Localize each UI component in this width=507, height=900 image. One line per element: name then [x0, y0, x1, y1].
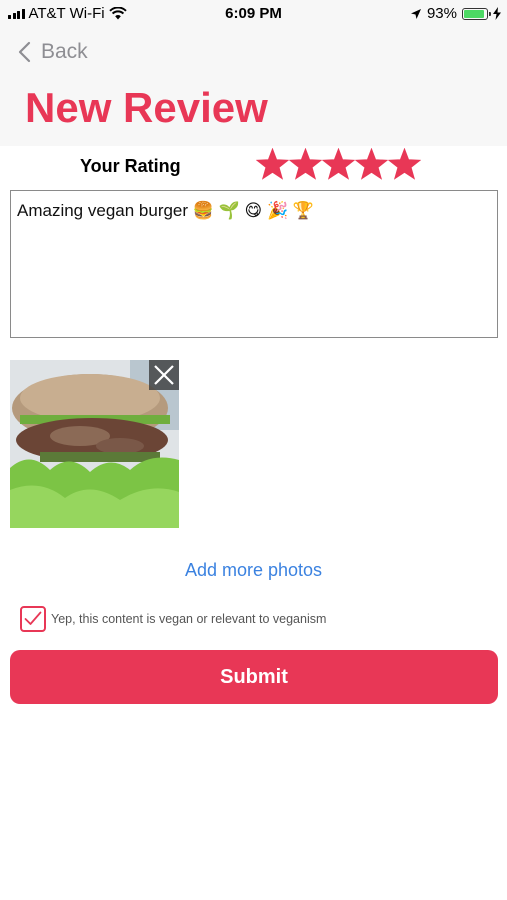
chevron-left-icon — [18, 41, 31, 63]
star-icon[interactable] — [355, 148, 388, 182]
battery-fill — [464, 9, 484, 18]
star-icon[interactable] — [289, 148, 322, 182]
back-button[interactable]: Back — [18, 40, 88, 64]
submit-button[interactable]: Submit — [10, 650, 498, 704]
rating-row: Your Rating — [0, 148, 507, 184]
charging-bolt-icon — [493, 7, 501, 20]
location-arrow-icon — [410, 8, 421, 19]
star-rating — [256, 148, 421, 182]
battery-percent: 93% — [426, 5, 457, 22]
vegan-checkbox-label: Yep, this content is vegan or relevant t… — [51, 612, 327, 626]
vegan-confirmation: Yep, this content is vegan or relevant t… — [20, 606, 326, 632]
star-icon[interactable] — [256, 148, 289, 182]
checkmark-icon — [24, 611, 42, 625]
add-more-photos-link[interactable]: Add more photos — [0, 560, 507, 581]
close-icon — [154, 365, 174, 385]
star-icon[interactable] — [322, 148, 355, 182]
nav-header: AT&T Wi-Fi 6:09 PM 93% Back New Review — [0, 0, 507, 146]
status-bar: AT&T Wi-Fi 6:09 PM 93% — [0, 0, 507, 28]
back-label: Back — [41, 40, 88, 63]
status-right: 93% — [410, 5, 501, 22]
remove-photo-button[interactable] — [149, 360, 179, 390]
review-text-input[interactable]: Amazing vegan burger 🍔 🌱 😋 🎉 🏆 — [10, 190, 498, 338]
rating-label: Your Rating — [80, 156, 181, 176]
vegan-checkbox[interactable] — [20, 606, 46, 632]
battery-icon — [462, 7, 491, 20]
star-icon[interactable] — [388, 148, 421, 182]
photo-thumbnail — [10, 360, 179, 528]
page-title: New Review — [25, 84, 268, 131]
